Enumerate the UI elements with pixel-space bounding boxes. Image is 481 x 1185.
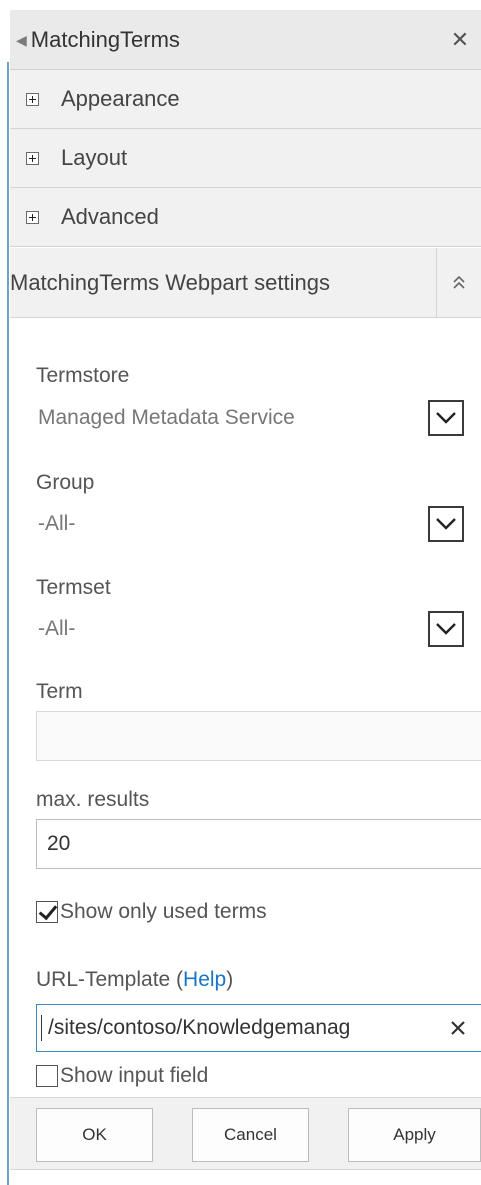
close-icon[interactable]: ✕ bbox=[445, 25, 475, 55]
section-label: Layout bbox=[61, 145, 128, 170]
pane-title-bar: ◀ MatchingTerms ✕ bbox=[10, 10, 481, 70]
show-input-field-toggle[interactable]: Show input field bbox=[36, 1064, 208, 1088]
chevron-down-icon[interactable] bbox=[428, 506, 464, 542]
action-button-bar: OK Cancel Apply bbox=[10, 1097, 481, 1170]
url-template-value: /sites/contoso/Knowledgemanag bbox=[41, 1015, 445, 1041]
url-template-label-text: URL-Template ( bbox=[36, 968, 184, 991]
section-webpart-settings: MatchingTerms Webpart settings bbox=[10, 248, 481, 318]
show-only-used-terms-checkbox[interactable] bbox=[36, 901, 58, 923]
section-label: Advanced bbox=[61, 204, 159, 229]
show-only-used-terms-toggle[interactable]: Show only used terms bbox=[36, 900, 267, 924]
termset-select[interactable]: -All- bbox=[36, 609, 464, 649]
chevron-down-icon[interactable] bbox=[428, 400, 464, 436]
chevron-down-icon[interactable] bbox=[428, 611, 464, 647]
expand-plus-icon[interactable] bbox=[26, 210, 39, 224]
termset-value: -All- bbox=[38, 617, 76, 640]
section-label: MatchingTerms Webpart settings bbox=[10, 269, 330, 295]
show-input-field-checkbox[interactable] bbox=[36, 1065, 58, 1087]
ok-button[interactable]: OK bbox=[36, 1108, 153, 1162]
section-layout[interactable]: Layout bbox=[10, 129, 481, 188]
term-label: Term bbox=[36, 680, 83, 703]
section-advanced[interactable]: Advanced bbox=[10, 188, 481, 247]
expand-plus-icon[interactable] bbox=[26, 151, 39, 165]
url-template-label: URL-Template (Help) bbox=[36, 968, 233, 992]
termstore-value: Managed Metadata Service bbox=[38, 406, 295, 429]
cancel-button[interactable]: Cancel bbox=[192, 1108, 309, 1162]
checkbox-label: Show only used terms bbox=[60, 900, 267, 923]
section-appearance[interactable]: Appearance bbox=[10, 70, 481, 129]
double-chevron-up-icon bbox=[453, 275, 465, 289]
url-template-input[interactable]: /sites/contoso/Knowledgemanag bbox=[36, 1004, 481, 1052]
pane-title: MatchingTerms bbox=[30, 26, 180, 52]
group-value: -All- bbox=[38, 512, 76, 535]
webpart-tool-pane: ◀ MatchingTerms ✕ Appearance Layout Adva… bbox=[0, 0, 481, 1185]
collapse-section-icon[interactable] bbox=[436, 248, 481, 317]
collapse-pane-arrow-icon[interactable]: ◀ bbox=[16, 33, 27, 47]
termstore-label: Termstore bbox=[36, 364, 130, 387]
expand-plus-icon[interactable] bbox=[26, 92, 39, 106]
group-label: Group bbox=[36, 471, 95, 494]
help-link[interactable]: Help bbox=[183, 968, 226, 991]
max-results-label: max. results bbox=[36, 788, 150, 811]
group-select[interactable]: -All- bbox=[36, 504, 464, 544]
termset-label: Termset bbox=[36, 576, 111, 599]
termstore-select[interactable]: Managed Metadata Service bbox=[36, 398, 464, 438]
pane-left-border bbox=[7, 62, 9, 1185]
apply-button[interactable]: Apply bbox=[348, 1108, 481, 1162]
clear-input-icon[interactable] bbox=[445, 1015, 471, 1041]
checkbox-label: Show input field bbox=[60, 1064, 209, 1087]
max-results-input[interactable]: 20 bbox=[36, 819, 481, 869]
term-input[interactable] bbox=[36, 711, 481, 761]
url-template-label-end: ) bbox=[226, 968, 234, 991]
section-label: Appearance bbox=[61, 86, 180, 111]
